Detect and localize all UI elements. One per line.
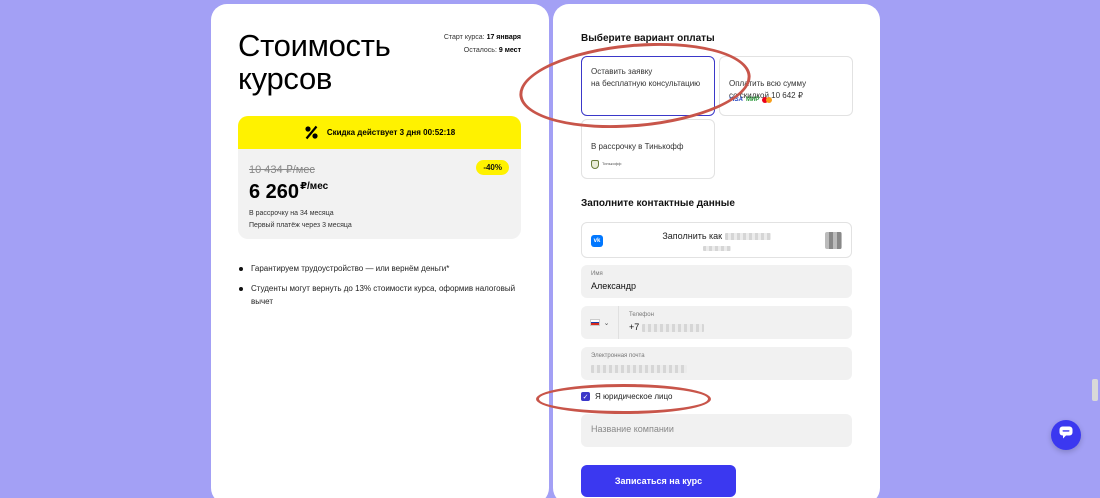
mir-logo: МИР — [746, 97, 760, 103]
blurred-phone — [641, 323, 704, 332]
email-value — [591, 363, 687, 373]
country-selector[interactable]: ⌄ — [581, 306, 619, 339]
chat-icon — [1059, 426, 1073, 444]
tinkoff-caption: Тинькофф — [602, 161, 622, 166]
vk-autofill-text: Заполнить как — [662, 231, 723, 241]
vk-autofill-button[interactable]: vk Заполнить как — [581, 222, 852, 258]
scrollbar-thumb[interactable] — [1092, 379, 1098, 401]
remaining-label: Осталось: — [463, 47, 497, 54]
promo-bar: Скидка действует 3 дня 00:52:18 — [238, 116, 521, 149]
name-label: Имя — [591, 271, 603, 277]
course-meta: Старт курса: 17 января Осталось: 9 мест — [444, 31, 521, 57]
start-value: 17 января — [486, 34, 521, 41]
company-name-field[interactable]: Название компании — [581, 414, 852, 447]
name-value: Александр — [591, 281, 637, 291]
price-card-panel: Стоимость курсов Старт курса: 17 января … — [211, 4, 549, 498]
phone-label: Телефон — [629, 312, 654, 318]
chat-widget-button[interactable] — [1051, 420, 1081, 450]
list-item: Гарантируем трудоустройство — или вернём… — [238, 262, 528, 275]
avatar — [825, 232, 842, 249]
name-field[interactable]: Имя Александр — [581, 265, 852, 298]
discount-badge: -40% — [476, 160, 509, 175]
promo-text: Скидка действует 3 дня 00:52:18 — [326, 128, 456, 137]
vk-autofill-label: Заполнить как — [582, 231, 851, 253]
blurred-email — [591, 364, 687, 373]
contact-section-title: Заполните контактные данные — [581, 198, 735, 209]
phone-prefix: +7 — [629, 322, 640, 332]
chevron-down-icon: ⌄ — [603, 319, 610, 327]
new-price: 6 260₽/мес — [249, 181, 328, 204]
remaining-value: 9 мест — [498, 47, 521, 54]
tinkoff-logo: Тинькофф — [591, 158, 621, 170]
new-price-unit: ₽/мес — [300, 181, 329, 192]
company-name-placeholder: Название компании — [591, 424, 674, 434]
email-label: Электронная почта — [591, 353, 645, 359]
list-item: Студенты могут вернуть до 13% стоимости … — [238, 282, 528, 308]
blurred-subtext — [702, 246, 731, 252]
start-label: Старт курса: — [443, 34, 485, 41]
tinkoff-shield-icon — [591, 159, 599, 169]
mastercard-icon — [762, 97, 773, 103]
installment-info: В рассрочку на 34 месяца Первый платёж ч… — [249, 208, 352, 232]
russia-flag-icon — [589, 319, 600, 326]
percent-icon — [304, 125, 319, 140]
installment-term: В рассрочку на 34 месяца — [249, 210, 334, 217]
price-box: Скидка действует 3 дня 00:52:18 10 434 ₽… — [238, 116, 521, 239]
phone-field[interactable]: ⌄ Телефон +7 — [581, 306, 852, 339]
first-payment: Первый платёж через 3 месяца — [249, 222, 352, 229]
old-price: 10 434 ₽/мес — [249, 164, 315, 176]
annotation-ellipse-legal — [536, 384, 711, 414]
new-price-value: 6 260 — [249, 181, 300, 203]
benefits-list: Гарантируем трудоустройство — или вернём… — [238, 262, 528, 315]
blurred-username — [724, 233, 771, 241]
page-title: Стоимость курсов — [238, 28, 391, 96]
enroll-button[interactable]: Записаться на курс — [581, 465, 736, 497]
phone-value: +7 — [629, 322, 704, 332]
payment-option-tinkoff-label: В рассрочку в Тинькофф — [591, 142, 684, 151]
email-field[interactable]: Электронная почта — [581, 347, 852, 380]
